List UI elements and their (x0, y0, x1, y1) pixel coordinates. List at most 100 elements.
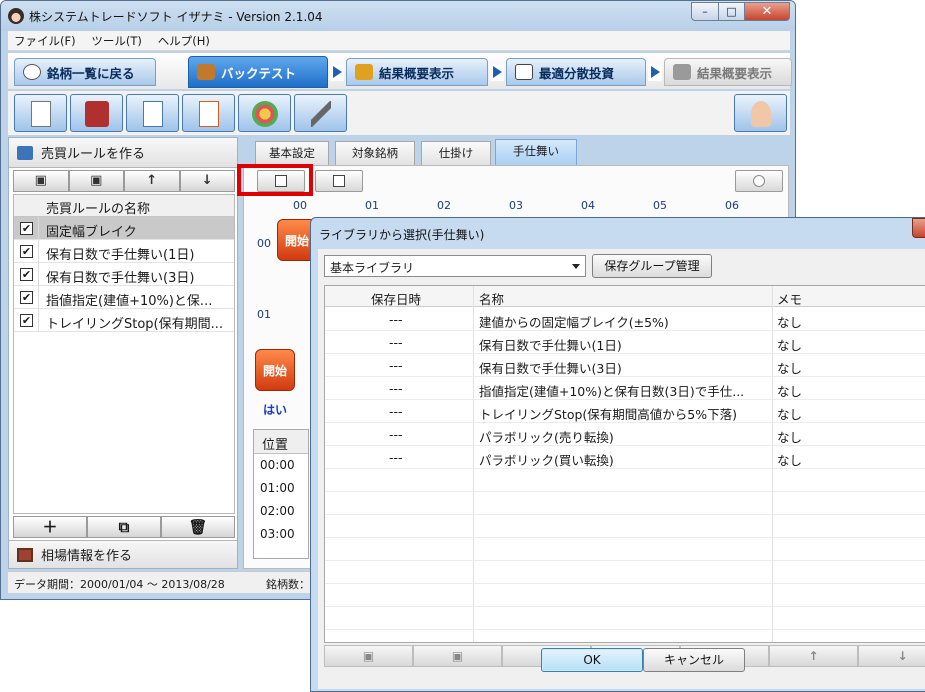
cancel-button[interactable]: キャンセル (643, 648, 745, 672)
position-row[interactable]: 02:00 (254, 500, 308, 523)
minimize-button[interactable]: – (691, 2, 719, 21)
menu-tools[interactable]: ツール(T) (85, 31, 148, 51)
subtab-target-stocks[interactable]: 対象銘柄 (335, 141, 415, 165)
maximize-button[interactable]: □ (718, 2, 745, 21)
timeline-col: 00 (293, 199, 307, 212)
row-saved: --- (389, 450, 403, 465)
flow-yes-label: はい (263, 403, 288, 417)
library-move-up-button[interactable]: ↑ (769, 645, 858, 667)
rules-icon (17, 145, 33, 160)
column-header-name[interactable]: 名称 (479, 289, 504, 308)
save-as-rule-button[interactable]: ▣ (68, 170, 124, 192)
trash-icon: 🗑 (188, 518, 208, 536)
library-move-down-button[interactable]: ↓ (858, 645, 925, 667)
import-button[interactable] (182, 94, 235, 132)
navigation-tabs: 銘柄一覧に戻る バックテスト 結果概要表示 最適分散投資 結果概要表示 (8, 53, 792, 89)
library-row[interactable]: --- 保有日数で手仕舞い(3日) なし (325, 354, 925, 377)
row-memo: なし (777, 361, 803, 376)
row-name: 指値指定(建値+10%)と保有日数(3日)で手仕... (479, 384, 745, 399)
library-save-as-button[interactable]: ▣ (413, 645, 502, 667)
rules-list: 売買ルールの名称 ✔ 固定幅ブレイク ✔ 保有日数で手仕舞い(1日) ✔ 保有日… (13, 194, 235, 514)
rule-checkbox[interactable]: ✔ (20, 291, 33, 304)
rule-checkbox[interactable]: ✔ (20, 222, 33, 235)
column-header-memo[interactable]: メモ (777, 289, 802, 308)
rule-checkbox[interactable]: ✔ (20, 245, 33, 258)
tab-label: 結果概要表示 (379, 65, 455, 81)
move-up-button[interactable]: ↑ (124, 170, 180, 192)
title-bar: 株システムトレードソフト イザナミ - Version 2.1.04 – □ ✕ (1, 1, 795, 31)
tab-back-to-stock-list[interactable]: 銘柄一覧に戻る (14, 58, 156, 86)
ok-button[interactable]: OK (541, 648, 643, 672)
open-button[interactable] (70, 94, 123, 132)
menu-file[interactable]: ファイル(F) (8, 31, 82, 51)
rule-checkbox[interactable]: ✔ (20, 268, 33, 281)
tools-button[interactable] (294, 94, 347, 132)
timeline-col: 01 (365, 199, 379, 212)
add-rule-button[interactable]: ＋ (13, 516, 87, 538)
manage-save-groups-button[interactable]: 保存グループ管理 (592, 254, 712, 278)
new-button[interactable] (14, 94, 67, 132)
rules-toolbar: ▣ ▣ ↑ ↓ (13, 170, 235, 192)
tab-label: 結果概要表示 (697, 65, 773, 81)
rule-row[interactable]: ✔ 保有日数で手仕舞い(3日) (14, 263, 234, 286)
create-rules-button[interactable]: 売買ルールを作る (9, 138, 237, 168)
rule-row[interactable]: ✔ 固定幅ブレイク (14, 217, 234, 240)
rule-checkbox[interactable]: ✔ (20, 314, 33, 327)
help-button[interactable] (734, 94, 787, 132)
subtab-exit[interactable]: 手仕舞い (495, 139, 577, 166)
tab-result-summary[interactable]: 結果概要表示 (346, 58, 488, 86)
dialog-close-button[interactable] (912, 218, 925, 238)
chart-icon (673, 64, 691, 80)
row-saved: --- (389, 427, 403, 442)
library-row[interactable]: --- トレイリングStop(保有期間高値から5%下落) なし (325, 400, 925, 423)
subtab-entry[interactable]: 仕掛け (421, 141, 491, 165)
tab-optimal-diversification[interactable]: 最適分散投資 (506, 58, 646, 86)
library-row-empty (325, 469, 925, 492)
library-row[interactable]: --- パラボリック(売り転換) なし (325, 423, 925, 446)
save-to-library-button[interactable] (315, 170, 363, 192)
menu-help[interactable]: ヘルプ(H) (152, 31, 216, 51)
library-row[interactable]: --- パラボリック(買い転換) なし (325, 446, 925, 469)
library-row-empty (325, 607, 925, 630)
position-header: 位置 (254, 430, 308, 454)
arrow-up-icon: ↑ (808, 649, 819, 663)
rule-name: 指値指定(建値+10%)と保... (46, 294, 213, 309)
move-down-button[interactable]: ↓ (179, 170, 235, 192)
exit-rule-subtabs: 基本設定 対象銘柄 仕掛け 手仕舞い (243, 139, 791, 166)
tab-label: 最適分散投資 (539, 65, 615, 81)
create-market-info-button[interactable]: 相場情報を作る (9, 540, 237, 568)
column-divider (38, 240, 39, 263)
subtab-basic-settings[interactable]: 基本設定 (255, 141, 329, 165)
row-saved: --- (389, 358, 403, 373)
position-row[interactable]: 03:00 (254, 523, 308, 546)
library-row[interactable]: --- 指値指定(建値+10%)と保有日数(3日)で手仕... なし (325, 377, 925, 400)
library-save-button[interactable]: ▣ (324, 645, 413, 667)
rule-row[interactable]: ✔ 指値指定(建値+10%)と保... (14, 286, 234, 309)
timeline-col: 02 (437, 199, 451, 212)
undo-button[interactable] (735, 170, 783, 192)
delete-rule-button[interactable]: 🗑 (161, 516, 235, 538)
palette-button[interactable] (238, 94, 291, 132)
close-button[interactable]: ✕ (744, 2, 790, 21)
tab-result-summary-2[interactable]: 結果概要表示 (664, 58, 792, 86)
tab-backtest[interactable]: バックテスト (188, 56, 328, 88)
timeline-col: 05 (653, 199, 667, 212)
flow-start-button[interactable]: 開始 (255, 349, 295, 391)
export-button[interactable] (126, 94, 179, 132)
library-row[interactable]: --- 保有日数で手仕舞い(1日) なし (325, 331, 925, 354)
copy-rule-button[interactable]: ⧉ (87, 516, 161, 538)
position-row[interactable]: 01:00 (254, 477, 308, 500)
row-memo: なし (777, 407, 803, 422)
position-row[interactable]: 00:00 (254, 454, 308, 477)
rule-row[interactable]: ✔ 保有日数で手仕舞い(1日) (14, 240, 234, 263)
stock-count: 銘柄数： (266, 578, 310, 591)
library-row-empty (325, 492, 925, 515)
import-icon (199, 101, 219, 127)
rule-name: トレイリングStop(保有期間... (46, 317, 224, 332)
rule-row[interactable]: ✔ トレイリングStop(保有期間... (14, 309, 234, 332)
save-rule-button[interactable]: ▣ (13, 170, 69, 192)
column-header-saved[interactable]: 保存日時 (371, 289, 421, 308)
row-memo: なし (777, 384, 803, 399)
library-select[interactable]: 基本ライブラリ (324, 255, 586, 277)
library-row[interactable]: --- 建値からの固定幅ブレイク(±5%) なし (325, 308, 925, 331)
